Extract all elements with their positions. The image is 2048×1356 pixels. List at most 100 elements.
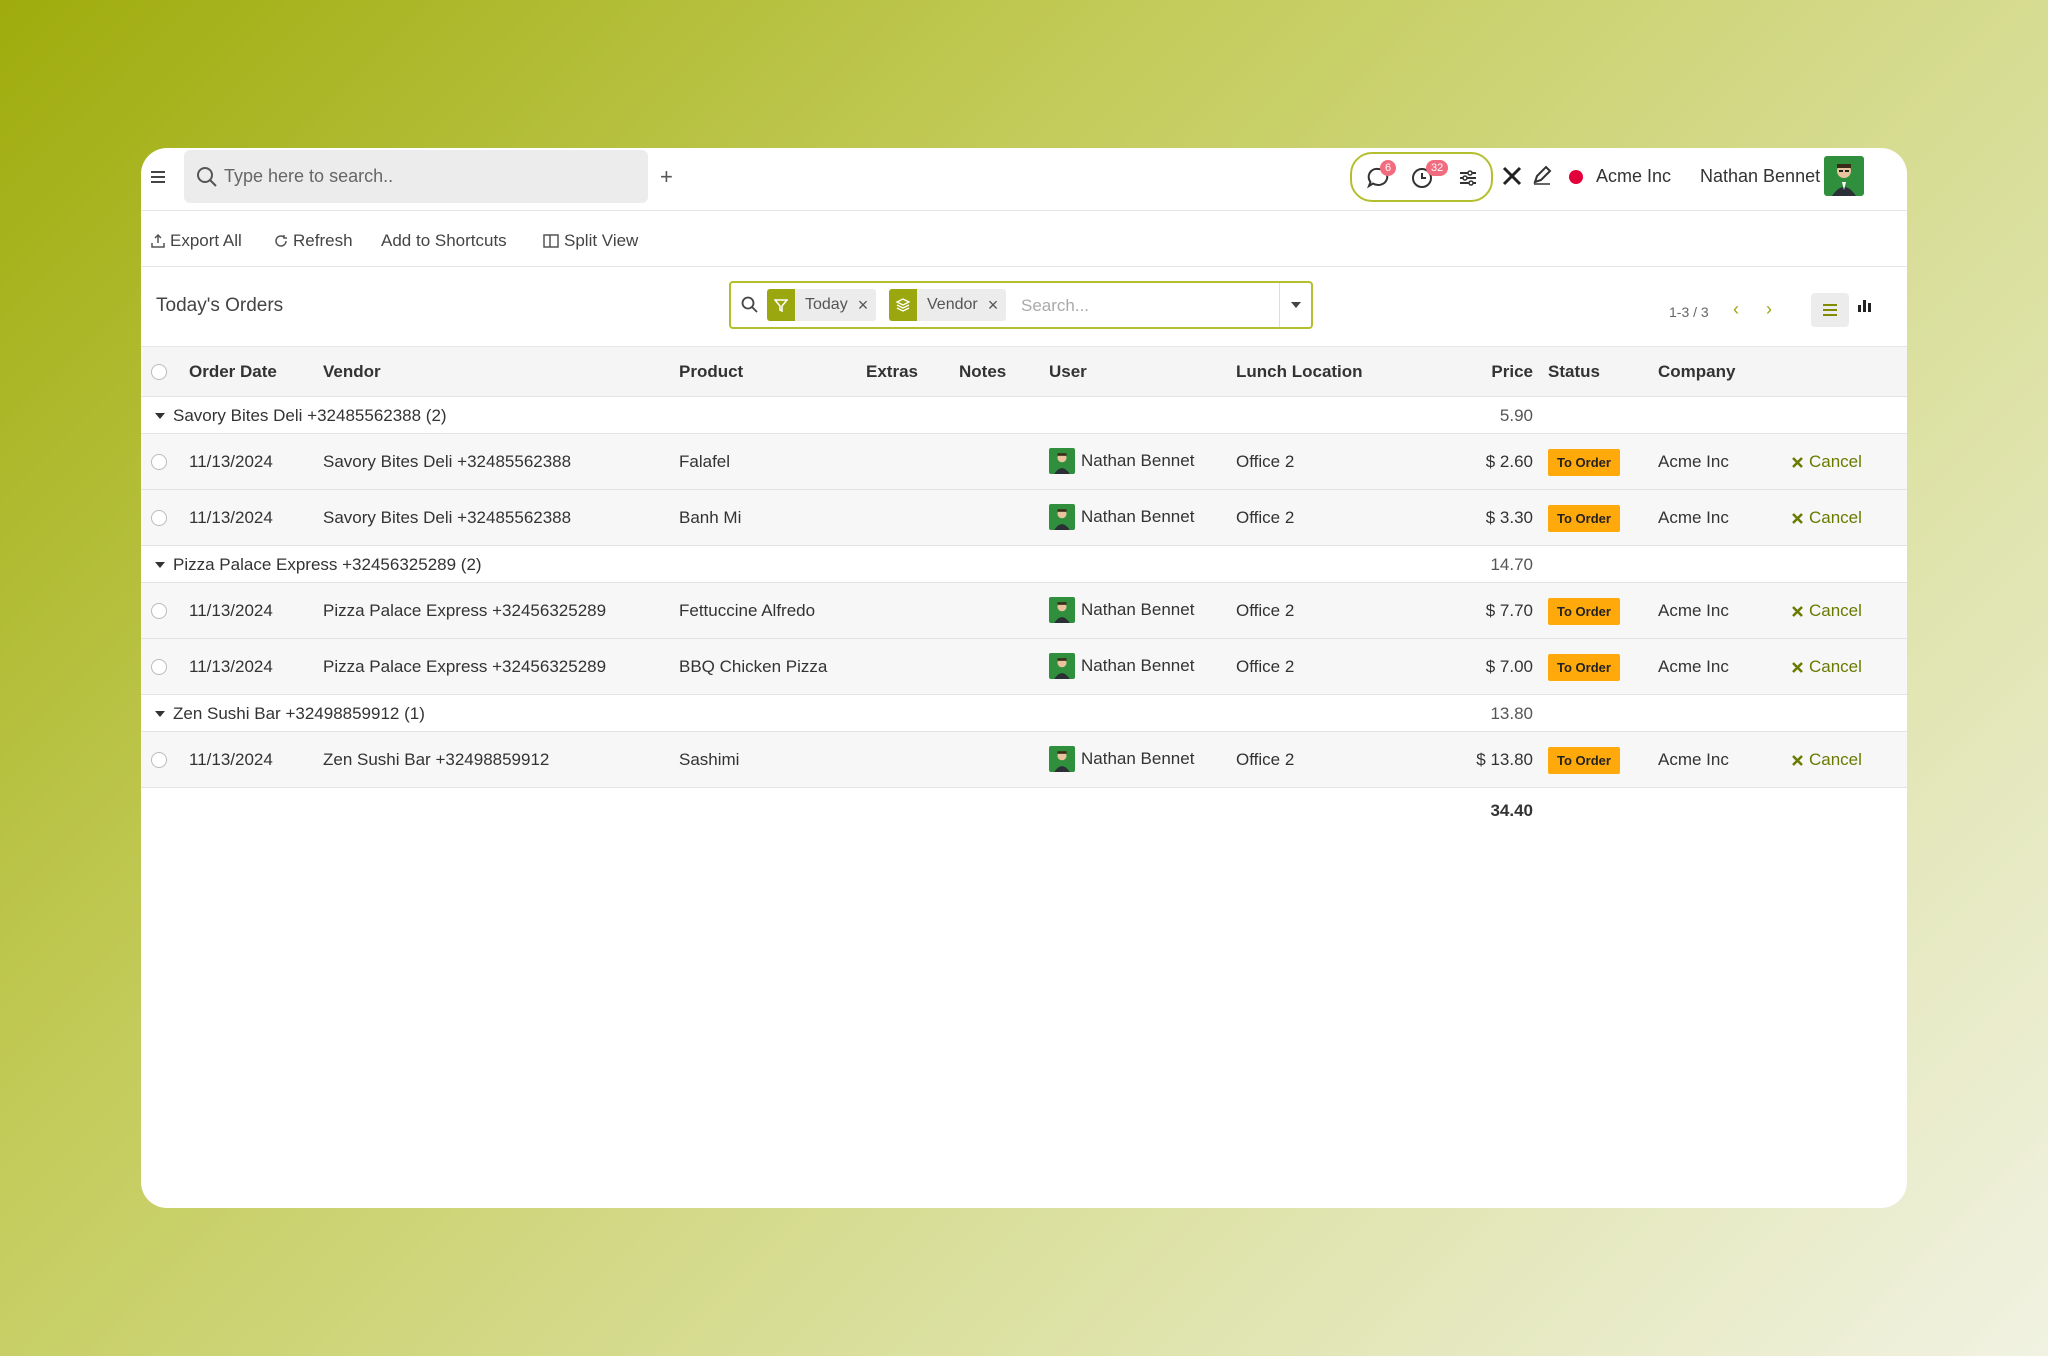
- app-window: + 6 32 Acme Inc Nathan Bennet: [141, 148, 1907, 1208]
- filter-dropdown-toggle[interactable]: [1279, 283, 1311, 327]
- status-badge: To Order: [1548, 449, 1620, 476]
- remove-group-icon[interactable]: ×: [988, 295, 1007, 316]
- select-all-checkbox[interactable]: [151, 364, 167, 380]
- cancel-label: Cancel: [1809, 508, 1862, 527]
- avatar: [1049, 504, 1075, 530]
- column-vendor[interactable]: Vendor: [323, 362, 381, 382]
- user-avatar[interactable]: [1824, 156, 1864, 196]
- location-cell: Office 2: [1236, 452, 1295, 471]
- column-company[interactable]: Company: [1658, 362, 1735, 382]
- cancel-button[interactable]: Cancel: [1792, 452, 1862, 472]
- add-to-shortcuts-button[interactable]: Add to Shortcuts: [381, 231, 507, 251]
- refresh-label: Refresh: [293, 231, 353, 250]
- close-icon: [1792, 754, 1803, 766]
- tools-icon[interactable]: [1500, 164, 1524, 188]
- table-row[interactable]: 11/13/2024 Savory Bites Deli +3248556238…: [141, 434, 1907, 490]
- column-price[interactable]: Price: [1491, 362, 1533, 382]
- location-cell: Office 2: [1236, 508, 1295, 527]
- hamburger-menu-icon[interactable]: [149, 168, 167, 186]
- table-row[interactable]: 11/13/2024 Savory Bites Deli +3248556238…: [141, 490, 1907, 546]
- price-cell: $ 7.70: [1485, 601, 1533, 620]
- product-cell: Banh Mi: [679, 508, 742, 527]
- row-checkbox[interactable]: [151, 603, 167, 619]
- split-view-button[interactable]: Split View: [543, 231, 638, 251]
- order-date-cell: 11/13/2024: [189, 601, 273, 620]
- table-row[interactable]: 11/13/2024 Pizza Palace Express +3245632…: [141, 583, 1907, 639]
- user-menu-name[interactable]: Nathan Bennet: [1700, 166, 1820, 187]
- filter-search-input[interactable]: [1021, 293, 1271, 319]
- totals-row: 34.40: [141, 788, 1907, 828]
- row-checkbox[interactable]: [151, 510, 167, 526]
- user-cell: Nathan Bennet: [1049, 653, 1194, 679]
- column-product[interactable]: Product: [679, 362, 743, 382]
- table-header: Order Date Vendor Product Extras Notes U…: [141, 347, 1907, 397]
- user-name: Nathan Bennet: [1081, 507, 1195, 526]
- company-cell: Acme Inc: [1658, 452, 1729, 471]
- company-switcher[interactable]: Acme Inc: [1596, 166, 1671, 187]
- search-filter-bar[interactable]: Today × Vendor ×: [729, 281, 1313, 329]
- sliders-icon[interactable]: [1458, 168, 1478, 188]
- cancel-button[interactable]: Cancel: [1792, 657, 1862, 677]
- row-checkbox[interactable]: [151, 752, 167, 768]
- remove-filter-icon[interactable]: ×: [858, 295, 877, 316]
- close-icon: [1792, 605, 1803, 617]
- caret-down-icon: [1290, 302, 1301, 308]
- vendor-cell: Pizza Palace Express +32456325289: [323, 657, 607, 676]
- split-view-icon: [543, 234, 559, 248]
- avatar: [1049, 597, 1075, 623]
- list-icon: [1823, 304, 1837, 316]
- pager-next-icon[interactable]: ›: [1766, 299, 1772, 320]
- column-status[interactable]: Status: [1548, 362, 1600, 382]
- column-order-date[interactable]: Order Date: [189, 362, 277, 382]
- vendor-cell: Zen Sushi Bar +32498859912: [323, 750, 550, 769]
- column-user[interactable]: User: [1049, 362, 1087, 382]
- cancel-button[interactable]: Cancel: [1792, 601, 1862, 621]
- user-cell: Nathan Bennet: [1049, 448, 1194, 474]
- status-badge: To Order: [1548, 654, 1620, 681]
- view-header: Today's Orders Today × Vendor × 1-3 / 3 …: [141, 267, 1907, 347]
- table-row[interactable]: 11/13/2024 Pizza Palace Express +3245632…: [141, 639, 1907, 695]
- graph-view-icon[interactable]: [1857, 297, 1873, 313]
- group-total: 14.70: [1490, 555, 1533, 574]
- group-total: 13.80: [1490, 704, 1533, 723]
- product-cell: BBQ Chicken Pizza: [679, 657, 828, 676]
- row-checkbox[interactable]: [151, 454, 167, 470]
- list-view-button[interactable]: [1811, 293, 1849, 327]
- split-view-label: Split View: [564, 231, 639, 250]
- filter-facet-label: Today: [805, 296, 848, 313]
- group-facet-label: Vendor: [927, 296, 978, 313]
- add-to-shortcuts-label: Add to Shortcuts: [381, 231, 507, 250]
- column-notes[interactable]: Notes: [959, 362, 1006, 382]
- status-badge: To Order: [1548, 747, 1620, 774]
- cancel-button[interactable]: Cancel: [1792, 750, 1862, 770]
- order-date-cell: 11/13/2024: [189, 452, 273, 471]
- row-checkbox[interactable]: [151, 659, 167, 675]
- pager-previous-icon[interactable]: ‹: [1733, 299, 1739, 320]
- global-search[interactable]: [184, 150, 648, 203]
- group-label: Savory Bites Deli +32485562388 (2): [155, 406, 447, 426]
- table-row[interactable]: 11/13/2024 Zen Sushi Bar +32498859912 Sa…: [141, 732, 1907, 788]
- global-search-input[interactable]: [224, 162, 624, 190]
- refresh-button[interactable]: Refresh: [274, 231, 353, 251]
- column-extras[interactable]: Extras: [866, 362, 918, 382]
- layers-icon: [896, 298, 910, 312]
- cancel-button[interactable]: Cancel: [1792, 508, 1862, 528]
- close-icon: [1792, 661, 1803, 673]
- add-button[interactable]: +: [660, 164, 673, 190]
- orders-table: Order Date Vendor Product Extras Notes U…: [141, 347, 1907, 828]
- export-all-button[interactable]: Export All: [151, 231, 242, 251]
- pager-value[interactable]: 1-3 / 3: [1669, 304, 1709, 320]
- group-row[interactable]: Pizza Palace Express +32456325289 (2) 14…: [141, 546, 1907, 583]
- filter-facet-today: Today ×: [767, 289, 877, 321]
- price-cell: $ 7.00: [1485, 657, 1533, 676]
- search-icon: [197, 167, 217, 187]
- group-row[interactable]: Savory Bites Deli +32485562388 (2) 5.90: [141, 397, 1907, 434]
- close-icon: [1792, 512, 1803, 524]
- messages-badge: 6: [1380, 160, 1397, 176]
- column-lunch-location[interactable]: Lunch Location: [1236, 362, 1363, 382]
- group-row[interactable]: Zen Sushi Bar +32498859912 (1) 13.80: [141, 695, 1907, 732]
- edit-icon[interactable]: [1531, 164, 1553, 186]
- user-cell: Nathan Bennet: [1049, 746, 1194, 772]
- status-dot: [1569, 170, 1583, 184]
- product-cell: Falafel: [679, 452, 731, 471]
